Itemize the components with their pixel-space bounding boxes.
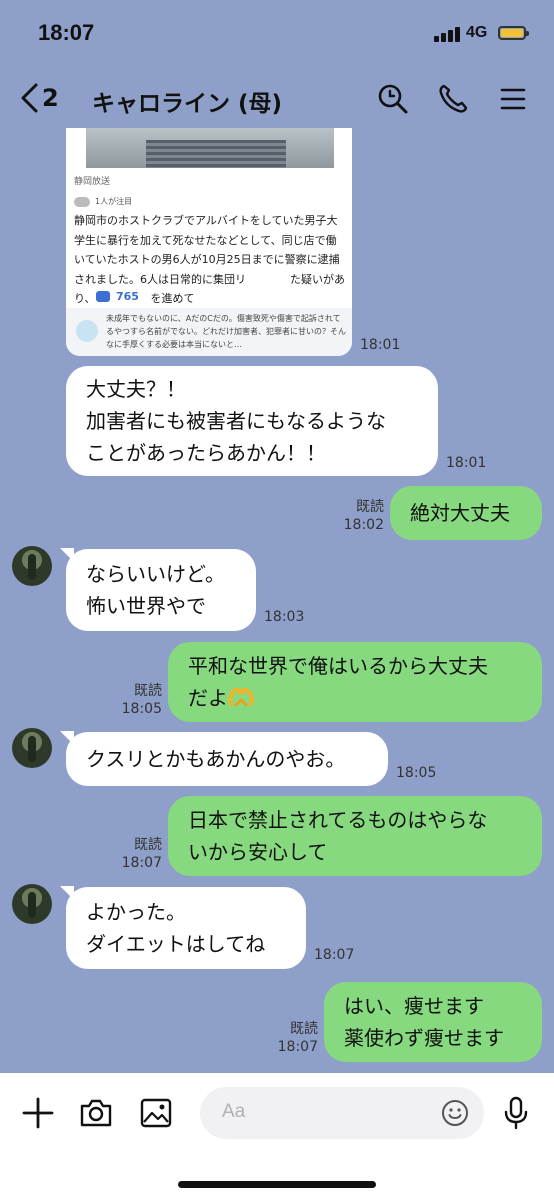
message-line: クスリとかもあかんのやお。 (86, 747, 346, 771)
chat-header: 2 キャロライン (母) (0, 70, 554, 130)
news-source: 静岡放送 (74, 177, 111, 187)
message-line: 薬使わず痩せます (344, 1026, 504, 1050)
incoming-message: よかった。 ダイエットはしてね (66, 887, 306, 969)
pen-icon (74, 196, 90, 207)
plus-icon[interactable] (20, 1095, 56, 1131)
message-line: 日本で禁止されてるものはやらな (188, 808, 488, 832)
battery-icon (498, 26, 529, 40)
message-time: 18:02 (343, 517, 384, 533)
contact-avatar[interactable] (12, 884, 52, 924)
message-time: 18:05 (396, 765, 437, 781)
message-line: よかった。 (86, 900, 186, 924)
news-thumbnail (86, 128, 334, 168)
message-time: 18:05 (121, 701, 162, 717)
outgoing-message: 日本で禁止されてるものはやらな いから安心して (168, 796, 542, 876)
message-line: 絶対大丈夫 (410, 501, 510, 525)
phone-icon[interactable] (436, 82, 470, 116)
message-time: 18:01 (446, 455, 487, 471)
message-line: 平和な世界で俺はいるから大丈夫 (188, 654, 488, 678)
menu-icon[interactable] (496, 82, 530, 116)
shared-news-card[interactable]: 静岡放送 1人が注目 静岡市のホストクラブでアルバイトをしていた男子大学生に暴行… (66, 128, 352, 356)
network-label: 4G (466, 24, 488, 41)
status-time: 18:07 (38, 20, 95, 45)
image-icon[interactable] (138, 1095, 174, 1131)
outgoing-message: 平和な世界で俺はいるから大丈夫 だよ (168, 642, 542, 722)
search-icon[interactable] (376, 82, 410, 116)
commenter-avatar-icon (76, 320, 98, 342)
unread-count: 2 (42, 84, 59, 112)
read-receipt: 既読 (290, 1021, 318, 1037)
message-meta: 既読 18:07 (274, 1020, 318, 1056)
top-comment-text: 未成年でもないのに、AだのCだの。傷害致死や傷害で起訴されてるやつすら名前がでな… (106, 314, 346, 349)
message-meta: 既読 18:02 (340, 498, 384, 534)
message-line: 加害者にも被害者にもなるような (86, 409, 386, 433)
back-chevron-icon (21, 83, 38, 113)
status-bar: 18:07 4G (0, 0, 554, 62)
back-button[interactable]: 2 (18, 82, 59, 114)
outgoing-message: はい、痩せます 薬使わず痩せます (324, 982, 542, 1062)
message-meta: 既読 18:05 (118, 682, 162, 718)
message-meta: 既読 18:07 (118, 836, 162, 872)
chat-title: キャロライン (母) (92, 91, 283, 117)
message-time: 18:07 (121, 855, 162, 871)
incoming-message: ならいいけど。 怖い世界やで (66, 549, 256, 631)
top-comment[interactable]: 未成年でもないのに、AだのCだの。傷害致死や傷害で起訴されてるやつすら名前がでな… (66, 308, 352, 356)
message-time: 18:07 (314, 947, 355, 963)
message-line: 怖い世界やで (86, 594, 206, 618)
mic-icon[interactable] (498, 1095, 534, 1131)
message-line: はい、痩せます (344, 994, 484, 1018)
message-time: 18:01 (360, 337, 401, 353)
outgoing-message: 絶対大丈夫 (390, 486, 542, 540)
message-line: だよ (188, 686, 228, 710)
signal-icon (434, 26, 462, 42)
home-indicator (178, 1181, 376, 1188)
read-receipt: 既読 (134, 837, 162, 853)
comment-count-badge[interactable]: 765 (90, 284, 151, 308)
incoming-message: 大丈夫？！ 加害者にも被害者にもなるような ことがあったらあかん！！ (66, 366, 438, 476)
message-input[interactable]: Aa (200, 1087, 484, 1139)
message-line: いから安心して (188, 840, 328, 864)
attention-count: 1人が注目 (74, 196, 132, 207)
message-line: ことがあったらあかん！！ (86, 441, 326, 465)
comment-icon (96, 290, 110, 302)
heart-hands-emoji-icon (228, 687, 254, 707)
message-time: 18:03 (264, 609, 305, 625)
emoji-icon[interactable] (440, 1098, 470, 1128)
message-line: 大丈夫？！ (86, 377, 186, 401)
incoming-message: クスリとかもあかんのやお。 (66, 732, 388, 786)
contact-avatar[interactable] (12, 728, 52, 768)
chat-screen: 18:07 4G 2 キャロライン (母) 静岡放送 1人が注目 静岡市のホスト… (0, 0, 554, 1200)
message-time: 18:07 (277, 1039, 318, 1055)
contact-avatar[interactable] (12, 546, 52, 586)
read-receipt: 既読 (356, 499, 384, 515)
message-line: ダイエットはしてね (86, 932, 266, 956)
message-placeholder: Aa (222, 1101, 246, 1122)
camera-icon[interactable] (78, 1095, 114, 1131)
message-line: ならいいけど。 (86, 562, 225, 586)
read-receipt: 既読 (134, 683, 162, 699)
